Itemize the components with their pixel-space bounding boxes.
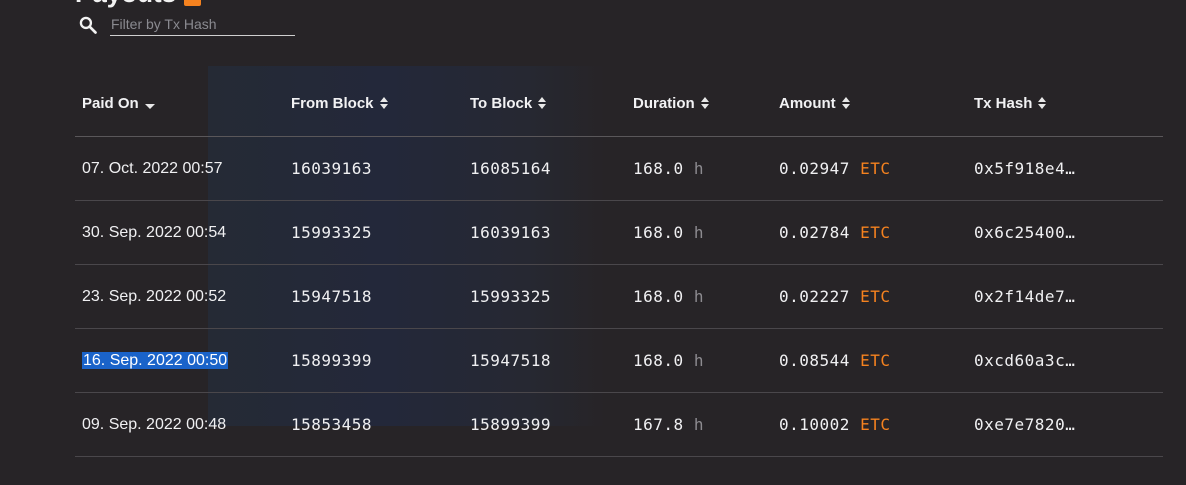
column-header-paid-on[interactable]: Paid On [75, 95, 283, 112]
duration-cell: 168.0 h [626, 159, 772, 178]
duration-value: 168.0 [633, 223, 684, 242]
tx-hash-link[interactable]: 0x2f14de7… [967, 287, 1163, 306]
payouts-table: Paid On From Block To Block Duration Amo… [75, 70, 1163, 457]
from-block-cell: 15899399 [291, 351, 373, 370]
sort-icon [1038, 97, 1047, 109]
to-block-cell: 15993325 [470, 287, 552, 306]
table-row: 23. Sep. 2022 00:52 15947518 15993325 16… [75, 265, 1163, 329]
duration-value: 168.0 [633, 351, 684, 370]
to-block-cell: 15899399 [470, 415, 552, 434]
tx-hash-link[interactable]: 0xe7e7820… [967, 415, 1163, 434]
to-block-cell: 16039163 [470, 223, 552, 242]
duration-value: 168.0 [633, 159, 684, 178]
tx-hash-link[interactable]: 0x5f918e4… [967, 159, 1163, 178]
sort-desc-icon [144, 103, 155, 109]
duration-unit: h [693, 415, 704, 434]
duration-value: 168.0 [633, 287, 684, 306]
column-label: Duration [633, 94, 695, 112]
column-label: Tx Hash [974, 94, 1033, 112]
tx-hash-link[interactable]: 0xcd60a3c… [967, 351, 1163, 370]
export-icon[interactable] [184, 0, 202, 6]
sort-icon [538, 97, 547, 109]
table-header: Paid On From Block To Block Duration Amo… [75, 70, 1163, 137]
duration-unit: h [693, 351, 704, 370]
duration-unit: h [693, 287, 704, 306]
from-block-cell: 15993325 [291, 223, 373, 242]
amount-value: 0.10002 [779, 415, 850, 434]
amount-cell: 0.08544 ETC [772, 351, 967, 370]
column-header-to-block[interactable]: To Block [463, 95, 626, 112]
amount-cell: 0.02227 ETC [772, 287, 967, 306]
amount-cell: 0.10002 ETC [772, 415, 967, 434]
column-label: Amount [779, 94, 836, 112]
currency-label: ETC [860, 287, 891, 306]
paid-on-cell: 30. Sep. 2022 00:54 [82, 223, 227, 241]
sort-icon [379, 97, 388, 109]
from-block-cell: 15947518 [291, 287, 373, 306]
paid-on-cell: 23. Sep. 2022 00:52 [82, 287, 227, 305]
paid-on-cell: 09. Sep. 2022 00:48 [82, 415, 227, 433]
page-title: Payouts [75, 0, 202, 9]
tx-hash-filter-input[interactable] [110, 14, 295, 36]
column-label: From Block [291, 94, 374, 112]
tx-hash-link[interactable]: 0x6c25400… [967, 223, 1163, 242]
paid-on-cell: 16. Sep. 2022 00:50 [82, 351, 229, 369]
table-row: 07. Oct. 2022 00:57 16039163 16085164 16… [75, 137, 1163, 201]
from-block-cell: 16039163 [291, 159, 373, 178]
duration-cell: 168.0 h [626, 223, 772, 242]
search-bar [78, 14, 295, 36]
column-header-from-block[interactable]: From Block [283, 95, 463, 112]
currency-label: ETC [860, 159, 891, 178]
column-header-tx-hash[interactable]: Tx Hash [967, 95, 1163, 112]
column-label: To Block [470, 94, 533, 112]
currency-label: ETC [860, 223, 891, 242]
duration-cell: 168.0 h [626, 287, 772, 306]
to-block-cell: 16085164 [470, 159, 552, 178]
paid-on-cell: 07. Oct. 2022 00:57 [82, 159, 223, 177]
table-row: 30. Sep. 2022 00:54 15993325 16039163 16… [75, 201, 1163, 265]
duration-unit: h [693, 223, 704, 242]
sort-icon [700, 97, 709, 109]
duration-cell: 167.8 h [626, 415, 772, 434]
duration-value: 167.8 [633, 415, 684, 434]
search-icon [79, 16, 97, 34]
duration-unit: h [693, 159, 704, 178]
amount-value: 0.02784 [779, 223, 850, 242]
table-row: 16. Sep. 2022 00:50 15899399 15947518 16… [75, 329, 1163, 393]
column-label: Paid On [82, 94, 139, 112]
to-block-cell: 15947518 [470, 351, 552, 370]
amount-value: 0.08544 [779, 351, 850, 370]
amount-cell: 0.02784 ETC [772, 223, 967, 242]
currency-label: ETC [860, 351, 891, 370]
column-header-amount[interactable]: Amount [772, 95, 967, 112]
amount-cell: 0.02947 ETC [772, 159, 967, 178]
amount-value: 0.02227 [779, 287, 850, 306]
currency-label: ETC [860, 415, 891, 434]
amount-value: 0.02947 [779, 159, 850, 178]
page-title-text: Payouts [75, 0, 176, 9]
from-block-cell: 15853458 [291, 415, 373, 434]
duration-cell: 168.0 h [626, 351, 772, 370]
table-row: 09. Sep. 2022 00:48 15853458 15899399 16… [75, 393, 1163, 457]
column-header-duration[interactable]: Duration [626, 95, 772, 112]
sort-icon [841, 97, 850, 109]
